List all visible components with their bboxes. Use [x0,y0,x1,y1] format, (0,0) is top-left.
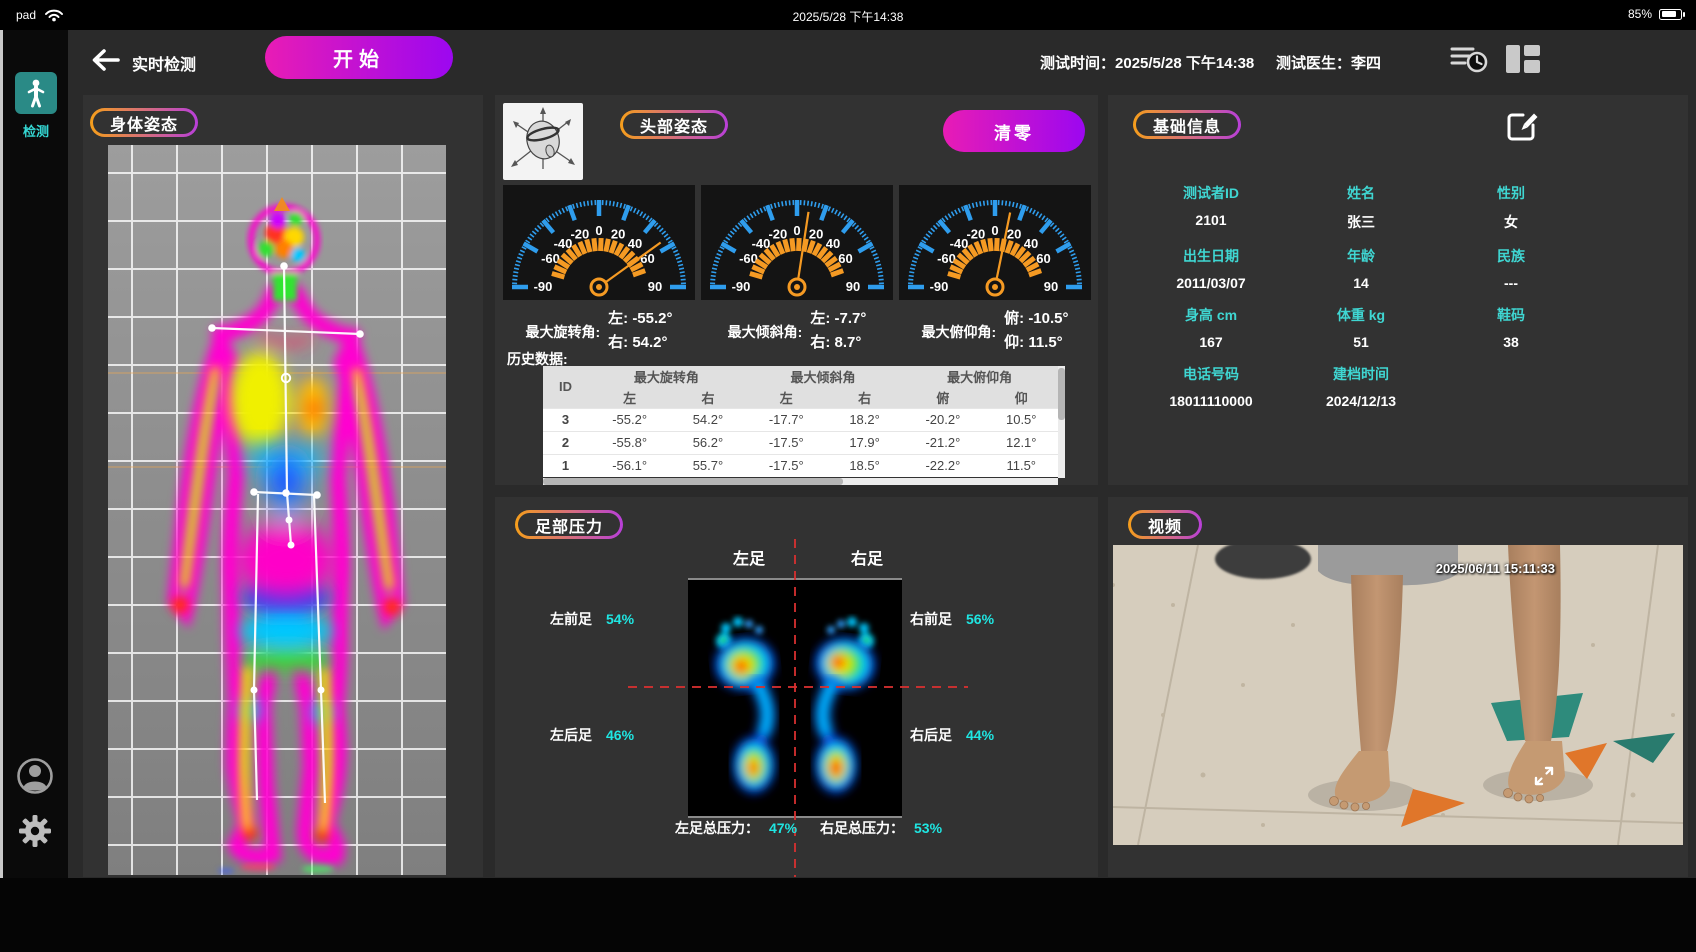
person-icon [25,78,47,108]
fullscreen-icon[interactable] [1533,765,1555,787]
basic-info-title: 基础信息 [1133,110,1241,139]
battery-icon [1659,9,1682,20]
status-time: 2025/5/28 下午14:38 [0,8,1696,25]
foot-heatmap [688,578,902,818]
gauge-tilt: -90-60-40-20020406090 [701,185,893,300]
svg-text:-20: -20 [768,226,787,241]
field-shoe-size: 鞋码38 [1497,305,1525,350]
field-age: 年龄14 [1347,246,1375,291]
svg-text:0: 0 [595,223,602,238]
svg-text:-60: -60 [739,251,758,266]
gear-icon[interactable] [16,812,54,850]
svg-text:-20: -20 [966,226,985,241]
status-bar: pad 2025/5/28 下午14:38 85% [0,0,1696,30]
right-foot-label: 右足 [851,545,883,569]
svg-text:60: 60 [838,251,852,266]
panel-basic-info: 基础信息 测试者ID2101 姓名张三 性别女 出生日期2011/03/07 年… [1108,95,1688,485]
gauge-rotation: -90-60-40-20020406090 [503,185,695,300]
table-vscrollbar[interactable] [1058,366,1065,478]
svg-text:20: 20 [1007,226,1021,241]
field-weight: 体重 kg51 [1337,305,1385,350]
field-archive-date: 建档时间2024/12/13 [1326,364,1396,409]
panel-head-posture: 头部姿态 清零 -90-60-40-20020406090 -90-60-40-… [495,95,1098,485]
bottom-bar [0,878,1696,952]
page-title: 实时检测 [132,51,196,75]
pitch-stats: 最大俯仰角: 俯: -10.5° 仰: 11.5° [899,307,1091,352]
svg-text:40: 40 [826,236,840,251]
svg-text:-90: -90 [930,279,949,294]
left-forefoot-stat: 左前足54% [550,609,634,629]
rotation-stats: 最大旋转角: 左: -55.2° 右: 54.2° [503,307,695,352]
field-height: 身高 cm167 [1185,305,1237,350]
svg-text:40: 40 [1024,236,1038,251]
svg-text:0: 0 [793,223,800,238]
body-posture-title: 身体姿态 [90,108,198,137]
head-posture-title: 头部姿态 [620,110,728,139]
field-phone: 电话号码18011110000 [1169,364,1252,409]
back-button[interactable] [90,48,122,74]
tilt-stats: 最大倾斜角: 左: -7.7° 右: 8.7° [701,307,893,352]
svg-text:90: 90 [846,279,860,294]
field-name: 姓名张三 [1347,183,1375,232]
panel-body-posture: 身体姿态 [83,95,483,877]
svg-text:90: 90 [1044,279,1058,294]
svg-text:20: 20 [611,226,625,241]
right-rearfoot-stat: 右后足44% [910,725,994,745]
test-time: 测试时间：2025/5/28 下午14:38 [1040,52,1254,73]
edit-icon[interactable] [1506,108,1540,142]
sidebar-item-label: 检测 [14,121,58,140]
sidebar-item-detect[interactable]: 检测 [14,72,58,140]
right-total-pressure: 右足总压力：53% [820,818,942,838]
layout-icon[interactable] [1505,44,1541,79]
table-hscrollbar[interactable] [543,478,1058,485]
video-timestamp: 2025/06/11 15:11:33 [1436,561,1555,576]
table-row: 3-55.2°54.2°-17.7°18.2°-20.2°10.5° [543,408,1058,431]
svg-text:-20: -20 [570,226,589,241]
left-rearfoot-stat: 左后足46% [550,725,634,745]
basic-info-grid: 测试者ID2101 姓名张三 性别女 出生日期2011/03/07 年龄14 民… [1136,183,1588,409]
svg-text:20: 20 [809,226,823,241]
svg-text:60: 60 [1036,251,1050,266]
avatar[interactable] [15,756,55,796]
panel-foot-pressure: 足部压力 左足 右足 [495,497,1098,877]
test-doctor: 测试医生：李四 [1276,52,1381,73]
svg-text:-90: -90 [534,279,553,294]
sidebar: 检测 [3,30,68,952]
video-title: 视频 [1128,510,1202,539]
svg-text:-60: -60 [937,251,956,266]
main-area: 实时检测 开始 测试时间：2025/5/28 下午14:38 测试医生：李四 身… [68,30,1696,878]
svg-text:-60: -60 [541,251,560,266]
battery-percent: 85% [1628,7,1652,21]
field-birthdate: 出生日期2011/03/07 [1176,246,1245,291]
detect-button[interactable] [15,72,57,114]
panel-video: 视频 [1108,497,1688,877]
video-frame: 2025/06/11 15:11:33 [1113,545,1683,845]
left-total-pressure: 左足总压力：47% [675,818,797,838]
left-foot-label: 左足 [733,545,765,569]
right-forefoot-stat: 右前足56% [910,609,994,629]
history-table: ID 最大旋转角 最大倾斜角 最大俯仰角 左右 左右 俯仰 3-55.2°54.… [543,366,1058,477]
field-gender: 性别女 [1497,183,1525,232]
start-button[interactable]: 开始 [265,36,453,79]
head-axes-thumbnail [503,103,583,180]
app-root: pad 2025/5/28 下午14:38 85% [0,0,1696,952]
body-thermal-image [108,145,446,875]
table-row: 2-55.8°56.2°-17.5°17.9°-21.2°12.1° [543,431,1058,454]
gauge-pitch: -90-60-40-20020406090 [899,185,1091,300]
table-row: 1-56.1°55.7°-17.5°18.5°-22.2°11.5° [543,454,1058,477]
clear-button[interactable]: 清零 [943,110,1085,152]
history-icon[interactable] [1450,44,1488,79]
svg-text:40: 40 [628,236,642,251]
field-ethnicity: 民族--- [1497,246,1525,291]
foot-pressure-title: 足部压力 [515,510,623,539]
field-tester-id: 测试者ID2101 [1183,183,1239,232]
svg-text:0: 0 [991,223,998,238]
svg-text:90: 90 [648,279,662,294]
svg-text:-90: -90 [732,279,751,294]
